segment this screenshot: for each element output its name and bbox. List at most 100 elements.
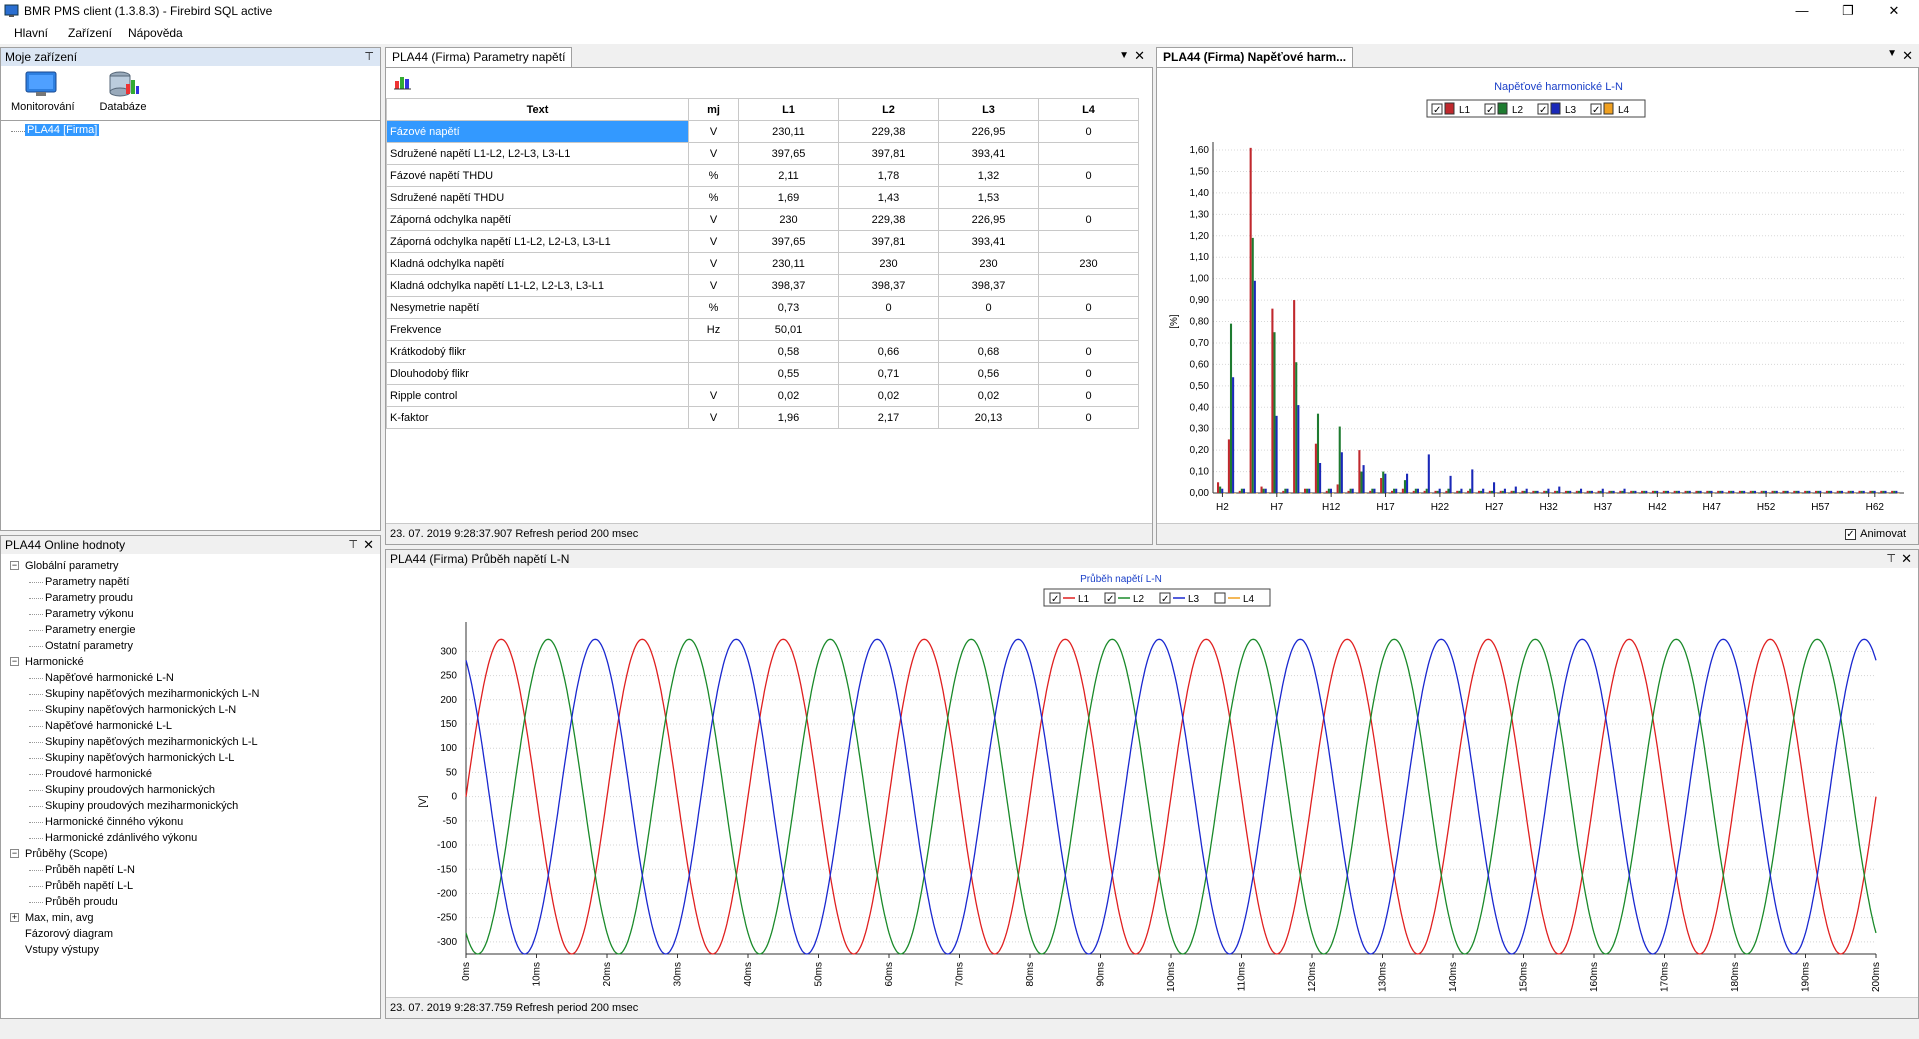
tree-item[interactable]: Napěťové harmonické L-L [45,718,172,734]
column-header[interactable]: L1 [738,98,839,121]
legend-item-l4[interactable]: ✓ L4 [1590,102,1630,116]
table-row[interactable]: Sdružené napětí THDU% 1,69 1,43 1,53 [386,186,1139,209]
bar-l4 [1364,493,1367,494]
bar-l1 [1358,450,1361,493]
tree-item[interactable]: Harmonické činného výkonu [45,814,183,830]
column-header[interactable]: mj [688,98,739,121]
collapse-icon[interactable]: − [10,849,19,858]
legend-label: L3 [1188,594,1200,605]
close-window-button[interactable]: ✕ [1871,0,1917,22]
expand-icon[interactable]: + [10,913,19,922]
pin-icon[interactable]: ⊤ [348,536,358,554]
animate-checkbox[interactable]: ✓ [1845,529,1856,540]
bar-l3 [1753,490,1757,493]
collapse-icon[interactable]: − [10,561,19,570]
pin-icon[interactable]: ⊤ [364,48,374,66]
column-header[interactable]: L4 [1038,98,1139,121]
bar-l3 [1503,488,1506,493]
pin-icon[interactable]: ⊤ [1886,550,1896,568]
tree-item[interactable]: Parametry proudu [45,590,133,606]
tree-item[interactable]: Skupiny proudových meziharmonických [45,798,238,814]
cell-value: 230 [838,252,939,275]
device-tree-item[interactable]: PLA44 [Firma] [25,124,100,136]
close-icon[interactable]: ✕ [1901,550,1912,568]
chart-toolbar-icon[interactable] [394,74,412,93]
bar-l3 [1438,488,1441,493]
table-row[interactable]: Kladná odchylka napětí L1-L2, L2-L3, L3-… [386,274,1139,297]
database-button[interactable]: Databáze [93,70,153,120]
chevron-down-icon[interactable]: ▼ [1119,50,1129,61]
close-icon[interactable]: ✕ [363,536,374,554]
tree-item[interactable]: Skupiny napěťových harmonických L-L [45,750,234,766]
table-row[interactable]: Kladná odchylka napětí V 230,11 230 230 230 [386,252,1139,275]
tree-item[interactable]: Skupiny napěťových meziharmonických L-L [45,734,258,750]
cell-value [1038,274,1139,297]
tree-item[interactable]: Průběh napětí L-N [45,862,135,878]
bar-l3 [1297,405,1300,493]
tree-group[interactable]: Max, min, avg [25,910,93,926]
chevron-down-icon[interactable]: ▼ [1887,48,1897,59]
bar-l4 [1756,493,1759,494]
tree-item[interactable]: Proudové harmonické [45,766,152,782]
y-tick-label: 0,10 [1190,467,1210,478]
menu-bar: Hlavní Zařízení Nápověda [0,22,1919,44]
tree-item[interactable]: Průběh napětí L-L [45,878,133,894]
menu-hlavni[interactable]: Hlavní [14,26,48,40]
tree-item[interactable]: Průběh proudu [45,894,118,910]
tree-group[interactable]: Globální parametry [25,558,119,574]
minimize-button[interactable]: — [1779,0,1825,22]
tab-harmonics[interactable]: PLA44 (Firma) Napěťové harm... [1156,47,1354,67]
tree-item[interactable]: Skupiny napěťových meziharmonických L-N [45,686,259,702]
restore-button[interactable]: ❐ [1825,0,1871,22]
cell-value [1038,142,1139,165]
table-row[interactable]: Ripple control V 0,02 0,02 0,02 0 [386,384,1139,407]
tab-params-label: PLA44 (Firma) Parametry napětí [392,50,566,64]
bar-l1 [1227,439,1230,493]
menu-napoveda[interactable]: Nápověda [128,26,183,40]
tree-item[interactable]: Harmonické zdánlivého výkonu [45,830,197,846]
bar-l3 [1232,377,1235,493]
tree-group[interactable]: Průběhy (Scope) [25,846,108,862]
tree-item[interactable]: Parametry výkonu [45,606,134,622]
legend-item-l3[interactable]: ✓ L3 [1537,102,1577,116]
table-row[interactable]: Záporná odchylka napětí L1-L2, L2-L3, L3… [386,230,1139,253]
table-row[interactable]: K-faktor V 1,96 2,17 20,13 0 [386,406,1139,429]
column-header[interactable]: L3 [938,98,1039,121]
monitoring-button[interactable]: Monitorování [11,70,75,120]
table-row[interactable]: Záporná odchylka napětí V 230 229,38 226,95 0 [386,208,1139,231]
bar-l1 [1880,490,1883,493]
column-header[interactable]: L2 [838,98,939,121]
table-row[interactable]: Sdružené napětí L1-L2, L2-L3, L3-L1 V 397,… [386,142,1139,165]
tree-item[interactable]: Parametry napětí [45,574,129,590]
table-row[interactable]: Fázové napětí THDU% 2,11 1,78 1,32 0 [386,164,1139,187]
cell-value: V [688,230,739,253]
menu-zarizeni[interactable]: Zařízení [68,26,112,40]
tree-item[interactable]: Parametry energie [45,622,136,638]
tree-group[interactable]: Harmonické [25,654,84,670]
bar-l3 [1253,280,1256,493]
table-row[interactable]: Krátkodobý flikr 0,58 0,66 0,68 0 [386,340,1139,363]
tree-group[interactable]: Vstupy výstupy [25,942,99,958]
legend-item-l2[interactable]: ✓ L2 [1484,102,1524,116]
x-tick-label: 110ms [1237,962,1248,991]
tree-group[interactable]: Fázorový diagram [25,926,113,942]
bar-l1 [1401,488,1404,493]
tree-item[interactable]: Skupiny napěťových harmonických L-N [45,702,236,718]
close-icon[interactable]: ✕ [1902,48,1913,64]
cell-value: 397,81 [838,230,939,253]
table-row[interactable]: Nesymetrie napětí% 0,73 0 0 0 [386,296,1139,319]
legend-item-l1[interactable]: ✓ L1 [1431,102,1471,116]
collapse-icon[interactable]: − [10,657,19,666]
y-tick-label: 0,30 [1190,424,1210,435]
tree-item[interactable]: Skupiny proudových harmonických [45,782,215,798]
x-tick-label: 170ms [1660,962,1671,992]
tree-item[interactable]: Ostatní parametry [45,638,133,654]
params-tabbar: PLA44 (Firma) Parametry napětí ▼ ✕ [385,47,1153,67]
column-header[interactable]: Text [386,98,689,121]
table-row[interactable]: Fázové napětí V 230,11 229,38 226,95 0 [386,120,1139,143]
close-icon[interactable]: ✕ [1134,48,1145,64]
tab-params[interactable]: PLA44 (Firma) Parametry napětí [385,47,573,67]
table-row[interactable]: Dlouhodobý flikr 0,55 0,71 0,56 0 [386,362,1139,385]
table-row[interactable]: Frekvence Hz 50,01 [386,318,1139,341]
tree-item[interactable]: Napěťové harmonické L-N [45,670,174,686]
